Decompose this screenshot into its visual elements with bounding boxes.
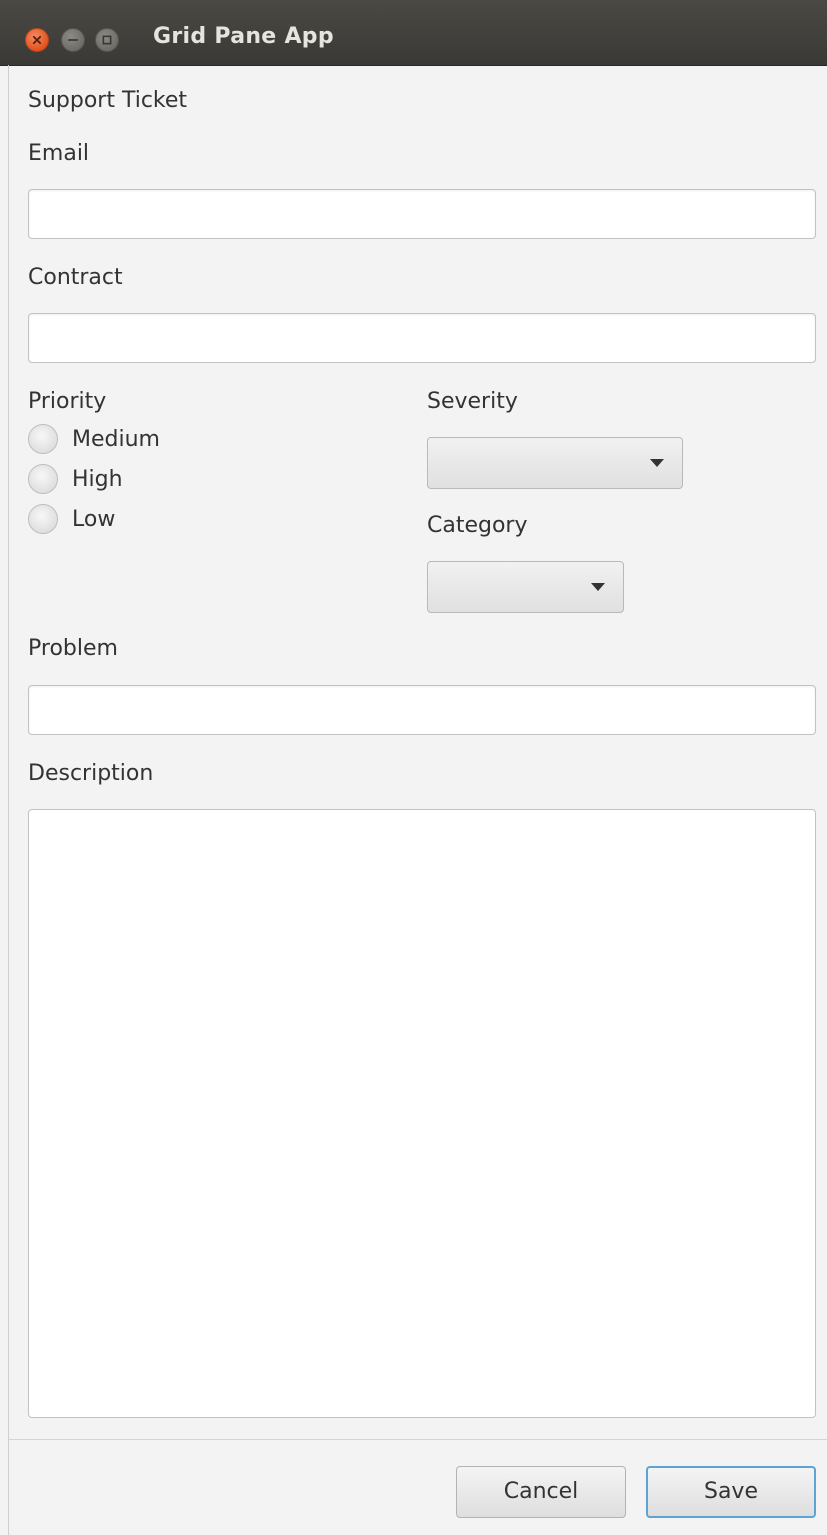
problem-field[interactable] xyxy=(28,685,816,735)
radio-button[interactable] xyxy=(28,504,58,534)
form-heading: Support Ticket xyxy=(28,88,188,113)
email-label: Email xyxy=(28,141,90,166)
category-label: Category xyxy=(427,513,528,538)
contract-label: Contract xyxy=(28,265,123,290)
description-textarea[interactable] xyxy=(28,809,816,1418)
priority-radio-medium[interactable]: Medium xyxy=(28,423,160,455)
window-title: Grid Pane App xyxy=(153,24,334,49)
category-dropdown[interactable] xyxy=(427,561,624,613)
window-border xyxy=(8,65,9,1535)
minimize-window-button[interactable] xyxy=(61,28,85,52)
priority-radio-high[interactable]: High xyxy=(28,463,123,495)
severity-label: Severity xyxy=(427,389,518,414)
priority-radio-low[interactable]: Low xyxy=(28,503,115,535)
title-bar[interactable]: Grid Pane App xyxy=(0,0,827,66)
radio-button[interactable] xyxy=(28,464,58,494)
button-bar-divider xyxy=(9,1439,827,1440)
chevron-down-icon xyxy=(650,459,664,467)
save-button[interactable]: Save xyxy=(646,1466,816,1518)
radio-label: High xyxy=(72,466,123,492)
radio-label: Medium xyxy=(72,426,160,452)
maximize-icon xyxy=(102,35,112,45)
contract-field[interactable] xyxy=(28,313,816,363)
maximize-window-button[interactable] xyxy=(95,28,119,52)
app-window: Grid Pane App Support Ticket Email Contr… xyxy=(0,0,827,1535)
priority-label: Priority xyxy=(28,389,107,414)
description-label: Description xyxy=(28,761,154,786)
radio-label: Low xyxy=(72,506,116,532)
severity-dropdown[interactable] xyxy=(427,437,683,489)
chevron-down-icon xyxy=(591,583,605,591)
minimize-icon xyxy=(67,39,79,41)
email-field[interactable] xyxy=(28,189,816,239)
close-window-button[interactable] xyxy=(25,28,49,52)
problem-label: Problem xyxy=(28,636,118,661)
cancel-button[interactable]: Cancel xyxy=(456,1466,626,1518)
close-icon xyxy=(32,35,42,45)
radio-button[interactable] xyxy=(28,424,58,454)
